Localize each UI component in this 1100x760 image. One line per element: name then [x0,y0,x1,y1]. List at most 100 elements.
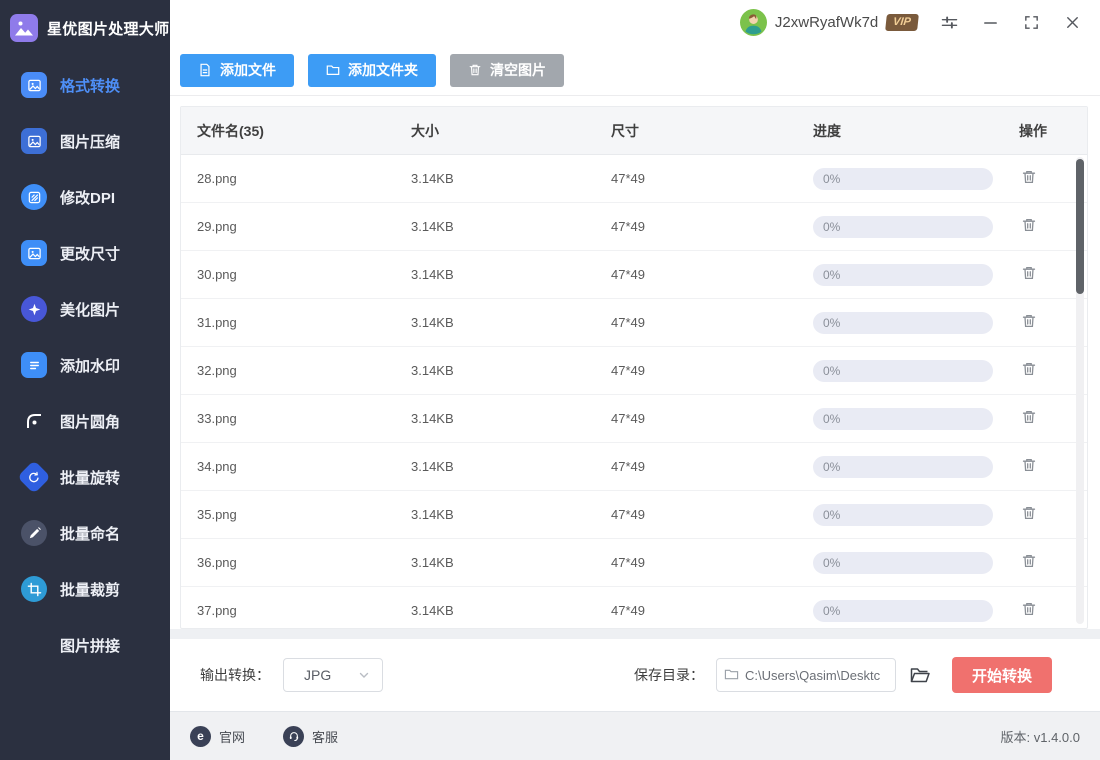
output-format-select[interactable]: JPG [283,658,383,692]
table-row: 33.png3.14KB47*490% [181,395,1087,443]
vip-badge: VIP [885,14,919,31]
folder-icon [326,63,340,77]
add-folder-button[interactable]: 添加文件夹 [308,54,436,87]
file-name: 29.png [197,219,411,234]
modify-dpi-icon [21,184,47,210]
save-path-input[interactable] [716,658,896,692]
footer-links: e官网 客服 [190,726,376,747]
sidebar-item-label: 修改DPI [60,187,115,208]
close-icon[interactable] [1063,14,1081,32]
save-path-field-wrap [716,658,896,692]
app-title: 星优图片处理大师 [47,18,169,39]
delete-row-icon[interactable] [1021,457,1037,473]
bottom-bar: 输出转换： JPG 保存目录： 开始转换 [170,639,1100,711]
sidebar-item-label: 批量裁剪 [60,579,120,600]
start-convert-button[interactable]: 开始转换 [952,657,1052,693]
file-dimensions: 47*49 [611,459,813,474]
titlebar: J2xwRyafWk7d VIP [170,0,1100,45]
image-compress-icon [21,128,47,154]
file-table: 文件名(35)大小尺寸进度操作 28.png3.14KB47*490%29.pn… [180,106,1088,629]
file-size: 3.14KB [411,363,611,378]
file-name: 37.png [197,603,411,618]
scrollbar-thumb[interactable] [1076,159,1084,294]
file-size: 3.14KB [411,315,611,330]
delete-row-icon[interactable] [1021,217,1037,233]
table-row: 35.png3.14KB47*490% [181,491,1087,539]
delete-row-icon[interactable] [1021,361,1037,377]
file-dimensions: 47*49 [611,171,813,186]
column-header-0: 文件名(35) [197,121,411,141]
file-dimensions: 47*49 [611,555,813,570]
file-size: 3.14KB [411,171,611,186]
file-dimensions: 47*49 [611,219,813,234]
file-name: 28.png [197,171,411,186]
progress-bar: 0% [813,552,993,574]
footer-link-website[interactable]: e官网 [190,726,245,747]
batch-rename-icon [21,520,47,546]
scrollbar-track[interactable] [1076,157,1084,624]
app-logo-row: 星优图片处理大师 [0,0,170,44]
batch-rotate-icon [17,460,51,494]
delete-row-icon[interactable] [1021,169,1037,185]
clear-images-button[interactable]: 清空图片 [450,54,564,87]
minimize-icon[interactable] [981,14,999,32]
user-account[interactable]: J2xwRyafWk7d VIP [740,9,918,36]
file-size: 3.14KB [411,603,611,618]
sidebar-item-round-corner[interactable]: 图片圆角 [0,393,170,449]
progress-bar: 0% [813,600,993,622]
sidebar-item-modify-dpi[interactable]: 修改DPI [0,169,170,225]
sidebar-item-image-compress[interactable]: 图片压缩 [0,113,170,169]
sidebar-item-format-convert[interactable]: 格式转换 [0,57,170,113]
sidebar-item-beautify[interactable]: 美化图片 [0,281,170,337]
sidebar-item-image-stitch[interactable]: 图片拼接 [0,617,170,673]
file-dimensions: 47*49 [611,603,813,618]
round-corner-icon [21,408,47,434]
toolbar-button-label: 添加文件夹 [348,60,418,80]
batch-crop-icon [21,576,47,602]
file-name: 35.png [197,507,411,522]
progress-bar: 0% [813,408,993,430]
table-row: 29.png3.14KB47*490% [181,203,1087,251]
footer-link-support[interactable]: 客服 [283,726,338,747]
sidebar-item-batch-rename[interactable]: 批量命名 [0,505,170,561]
file-dimensions: 47*49 [611,315,813,330]
sidebar: 星优图片处理大师 格式转换图片压缩修改DPI更改尺寸美化图片添加水印图片圆角批量… [0,0,170,760]
delete-row-icon[interactable] [1021,265,1037,281]
table-row: 36.png3.14KB47*490% [181,539,1087,587]
folder-icon [724,667,739,682]
file-dimensions: 47*49 [611,507,813,522]
sidebar-nav: 格式转换图片压缩修改DPI 更改尺寸美化图片添加水印图片圆角批量旋转批量命名批量裁… [0,57,170,673]
format-convert-icon [21,72,47,98]
file-name: 36.png [197,555,411,570]
avatar[interactable] [740,9,767,36]
sidebar-item-label: 更改尺寸 [60,243,120,264]
browse-folder-button[interactable] [908,663,932,687]
sidebar-item-watermark[interactable]: 添加水印 [0,337,170,393]
table-row: 34.png3.14KB47*490% [181,443,1087,491]
settings-sliders-icon[interactable] [940,14,958,32]
file-size: 3.14KB [411,267,611,282]
resize-icon [21,240,47,266]
sidebar-item-label: 图片压缩 [60,131,120,152]
file-size: 3.14KB [411,459,611,474]
support-icon [283,726,304,747]
column-header-3: 进度 [813,121,1019,141]
delete-row-icon[interactable] [1021,553,1037,569]
file-icon [198,63,212,77]
maximize-icon[interactable] [1022,14,1040,32]
username: J2xwRyafWk7d [775,14,878,31]
delete-row-icon[interactable] [1021,313,1037,329]
add-file-button[interactable]: 添加文件 [180,54,294,87]
delete-row-icon[interactable] [1021,409,1037,425]
sidebar-item-batch-rotate[interactable]: 批量旋转 [0,449,170,505]
progress-bar: 0% [813,360,993,382]
progress-bar: 0% [813,216,993,238]
table-body: 28.png3.14KB47*490%29.png3.14KB47*490%30… [181,155,1087,629]
delete-row-icon[interactable] [1021,505,1037,521]
sidebar-item-resize[interactable]: 更改尺寸 [0,225,170,281]
table-row: 31.png3.14KB47*490% [181,299,1087,347]
sidebar-item-batch-crop[interactable]: 批量裁剪 [0,561,170,617]
app-logo-icon [10,14,38,42]
file-size: 3.14KB [411,555,611,570]
delete-row-icon[interactable] [1021,601,1037,617]
